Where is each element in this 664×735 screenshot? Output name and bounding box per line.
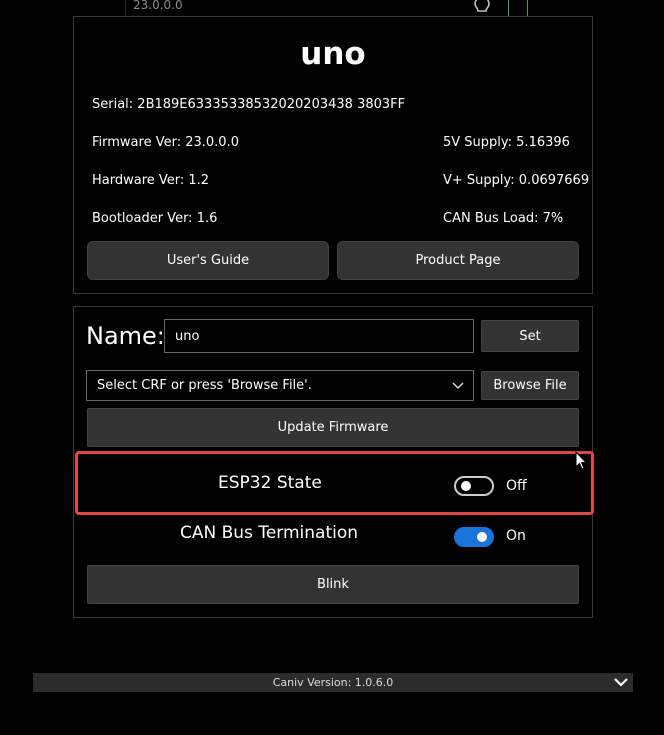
version-footer: Caniv Version: 1.0.6.0 xyxy=(33,673,633,692)
can-termination-toggle[interactable] xyxy=(454,527,494,547)
can-termination-label: CAN Bus Termination xyxy=(180,523,359,543)
browse-file-button[interactable]: Browse File xyxy=(481,371,579,400)
toggle-knob xyxy=(461,481,471,491)
supply-vplus: V+ Supply: 0.0697669 xyxy=(443,173,590,188)
top-partial-text: 23.0.0.0 xyxy=(133,0,183,12)
esp32-state-value: Off xyxy=(506,478,527,494)
blink-button[interactable]: Blink xyxy=(87,565,579,604)
chevron-down-icon[interactable] xyxy=(613,675,629,689)
crf-select-text: Select CRF or press 'Browse File'. xyxy=(97,378,312,393)
esp32-state-toggle[interactable] xyxy=(454,476,494,496)
name-input[interactable]: uno xyxy=(164,319,474,353)
crf-select[interactable]: Select CRF or press 'Browse File'. xyxy=(86,370,474,401)
cursor-icon xyxy=(575,451,588,470)
supply-5v: 5V Supply: 5.16396 xyxy=(443,135,570,150)
device-title: uno xyxy=(300,36,366,72)
esp32-state-label: ESP32 State xyxy=(218,473,322,493)
product-page-button[interactable]: Product Page xyxy=(337,241,579,280)
firmware-version: Firmware Ver: 23.0.0.0 xyxy=(92,135,239,150)
bootloader-version: Bootloader Ver: 1.6 xyxy=(92,211,218,226)
serial-text: Serial: 2B189E63335338532020203438 3803F… xyxy=(92,97,406,112)
version-text: Caniv Version: 1.0.6.0 xyxy=(272,676,394,689)
users-guide-button[interactable]: User's Guide xyxy=(87,241,329,280)
name-label: Name: xyxy=(86,322,165,350)
can-bus-load: CAN Bus Load: 7% xyxy=(443,211,564,226)
hardware-version: Hardware Ver: 1.2 xyxy=(92,173,210,188)
update-firmware-button[interactable]: Update Firmware xyxy=(87,408,579,447)
set-button[interactable]: Set xyxy=(481,320,579,352)
chevron-down-icon xyxy=(452,382,464,390)
toggle-knob xyxy=(477,532,487,542)
lightbulb-icon[interactable] xyxy=(472,0,492,16)
can-termination-value: On xyxy=(506,528,526,544)
